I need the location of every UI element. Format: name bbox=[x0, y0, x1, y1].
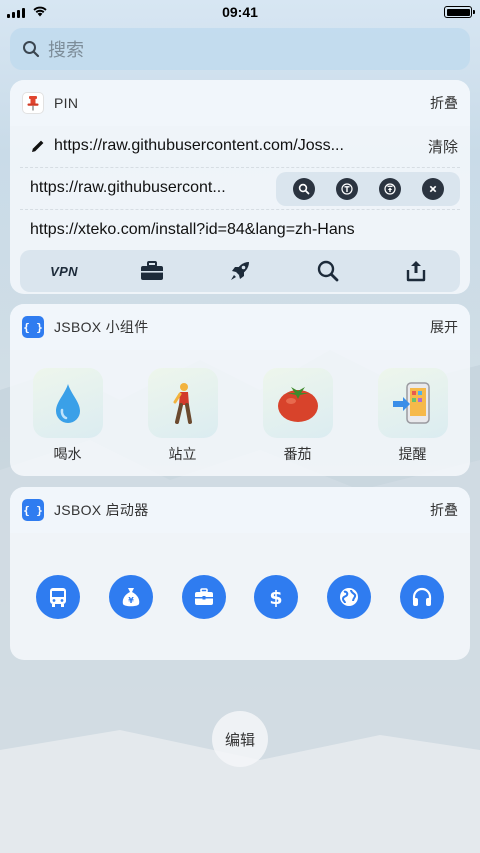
widget-label: 喝水 bbox=[53, 446, 82, 462]
search-icon bbox=[317, 260, 339, 282]
bus-icon bbox=[50, 588, 67, 607]
widget-label: 提醒 bbox=[398, 446, 427, 462]
pin-collapse-button[interactable]: 折叠 bbox=[430, 93, 458, 113]
launcher-money-button[interactable]: ¥ bbox=[108, 575, 153, 619]
history-url-1: https://raw.githubusercont... bbox=[30, 179, 226, 196]
search-placeholder: 搜索 bbox=[48, 40, 84, 60]
launcher-card-header: { } JSBOX 启动器 折叠 bbox=[10, 487, 470, 533]
jsbox-app-icon: { } bbox=[22, 316, 44, 338]
vpn-label: VPN bbox=[50, 263, 78, 279]
svg-text:$: $ bbox=[270, 587, 283, 608]
pencil-icon bbox=[32, 140, 44, 152]
toolbox-button[interactable] bbox=[130, 255, 174, 287]
text-icon[interactable] bbox=[335, 178, 358, 200]
battery-icon bbox=[444, 6, 475, 18]
briefcase-icon bbox=[194, 588, 213, 605]
widget-label: 番茄 bbox=[283, 446, 312, 462]
tomato-icon bbox=[277, 387, 318, 422]
launcher-dollar-button[interactable]: $ bbox=[254, 575, 299, 619]
widgets-expand-button[interactable]: 展开 bbox=[430, 317, 458, 337]
jsbox-widgets-card: { } JSBOX 小组件 展开 喝水 站立 番茄 提醒 bbox=[10, 304, 470, 476]
widget-label: 站立 bbox=[168, 446, 197, 462]
launcher-bus-button[interactable] bbox=[36, 575, 81, 619]
clipboard-text: https://raw.githubusercontent.com/Joss..… bbox=[54, 137, 344, 154]
widget-water[interactable]: 喝水 bbox=[28, 368, 108, 464]
status-bar: 09:41 bbox=[0, 0, 480, 24]
share-icon bbox=[406, 261, 426, 282]
headphones-icon bbox=[412, 587, 431, 606]
launcher-globe-button[interactable] bbox=[326, 575, 371, 619]
widget-reminder[interactable]: 提醒 bbox=[373, 368, 453, 464]
launcher-grid: ¥ $ bbox=[10, 575, 470, 619]
money-bag-icon: ¥ bbox=[122, 588, 140, 607]
search-icon bbox=[23, 41, 40, 58]
history-url-2: https://xteko.com/install?id=84&lang=zh-… bbox=[30, 221, 355, 238]
pin-card-header: PIN 折叠 bbox=[10, 80, 470, 126]
widget-stand[interactable]: 站立 bbox=[143, 368, 223, 464]
walking-person-icon bbox=[173, 383, 192, 424]
pin-card-title: PIN bbox=[54, 95, 79, 111]
jsbox-launcher-card: { } JSBOX 启动器 折叠 ¥ $ bbox=[10, 487, 470, 660]
pin-top-icon[interactable] bbox=[378, 178, 401, 200]
rocket-icon bbox=[231, 262, 249, 280]
share-button[interactable] bbox=[394, 255, 438, 287]
history-row-2[interactable]: https://xteko.com/install?id=84&lang=zh-… bbox=[10, 210, 470, 250]
svg-text:¥: ¥ bbox=[128, 596, 134, 605]
launcher-collapse-button[interactable]: 折叠 bbox=[430, 500, 458, 520]
toolbox-icon bbox=[141, 261, 163, 280]
widgets-card-title: JSBOX 小组件 bbox=[54, 319, 149, 335]
dollar-icon: $ bbox=[270, 587, 283, 608]
jsbox-app-icon: { } bbox=[22, 499, 44, 521]
search-bar[interactable]: 搜索 bbox=[10, 28, 470, 70]
launcher-card-title: JSBOX 启动器 bbox=[54, 502, 149, 518]
vpn-button[interactable]: VPN bbox=[42, 255, 86, 287]
clear-button[interactable]: 清除 bbox=[428, 136, 458, 157]
clipboard-row[interactable]: https://raw.githubusercontent.com/Joss..… bbox=[10, 126, 470, 166]
status-time: 09:41 bbox=[222, 4, 258, 20]
search-icon[interactable] bbox=[292, 178, 315, 200]
pin-toolbar: VPN bbox=[20, 250, 460, 292]
widget-grid: 喝水 站立 番茄 提醒 bbox=[10, 368, 470, 464]
edit-button[interactable]: 编辑 bbox=[212, 711, 268, 767]
pin-widget-card: PIN 折叠 https://raw.githubusercontent.com… bbox=[10, 80, 470, 294]
history-row-actions bbox=[276, 172, 460, 206]
globe-icon bbox=[339, 588, 358, 606]
pushpin-icon bbox=[22, 92, 44, 114]
rocket-button[interactable] bbox=[218, 255, 262, 287]
phone-reminder-icon bbox=[392, 382, 430, 424]
widgets-card-header: { } JSBOX 小组件 展开 bbox=[10, 304, 470, 350]
launcher-headphones-button[interactable] bbox=[399, 575, 444, 619]
close-icon[interactable] bbox=[421, 178, 444, 200]
water-drop-icon bbox=[55, 384, 80, 423]
search-button[interactable] bbox=[306, 255, 350, 287]
widget-tomato[interactable]: 番茄 bbox=[258, 368, 338, 464]
launcher-briefcase-button[interactable] bbox=[181, 575, 226, 619]
